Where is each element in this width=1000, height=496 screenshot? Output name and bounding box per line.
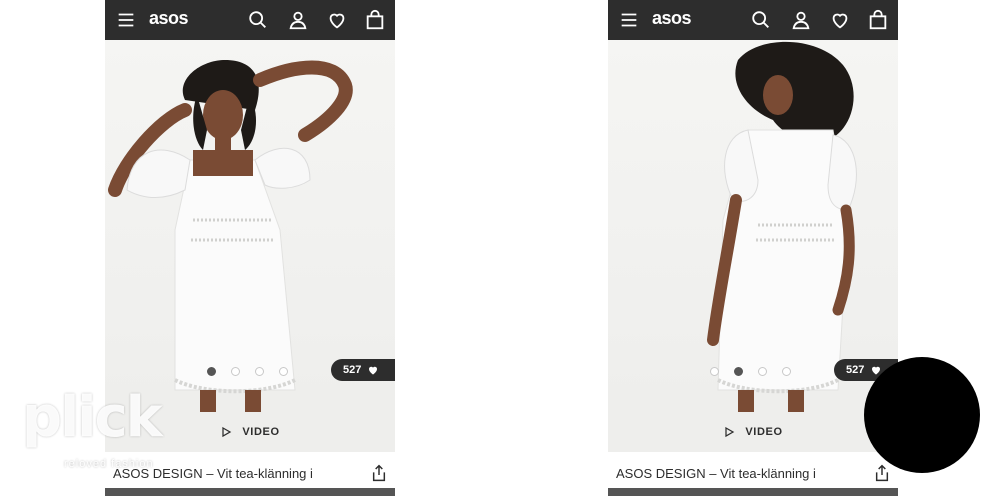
account-icon[interactable] (789, 8, 813, 32)
asos-logo[interactable]: asos (652, 8, 692, 29)
next-section-edge (105, 488, 395, 496)
product-image[interactable] (608, 40, 898, 412)
plick-watermark: plick reloved fashion (22, 388, 192, 480)
product-image[interactable] (105, 40, 395, 412)
carousel-dot[interactable] (231, 367, 240, 376)
saves-badge[interactable]: 527 (331, 359, 395, 381)
heart-icon[interactable] (828, 8, 852, 32)
carousel-dot[interactable] (758, 367, 767, 376)
app-header: asos (105, 0, 395, 40)
saves-count: 527 (846, 364, 865, 376)
bag-icon[interactable] (866, 8, 890, 32)
watermark-tagline: reloved fashion (64, 458, 154, 470)
menu-icon[interactable] (617, 8, 641, 32)
video-button[interactable]: VIDEO (608, 412, 898, 452)
heart-icon[interactable] (325, 8, 349, 32)
menu-icon[interactable] (114, 8, 138, 32)
carousel-dot[interactable] (279, 367, 288, 376)
carousel-dot[interactable] (710, 367, 719, 376)
app-header: asos (608, 0, 898, 40)
share-icon[interactable] (874, 464, 890, 482)
product-info: ASOS DESIGN – Vit tea-klänning i (608, 452, 898, 496)
carousel-dot[interactable] (734, 367, 743, 376)
product-screen-back: asos 527 VIDEO ASOS DESIGN – Vit tea-klä… (608, 0, 898, 496)
carousel-indicator (207, 367, 288, 376)
play-icon (725, 426, 735, 438)
search-icon[interactable] (246, 8, 270, 32)
search-icon[interactable] (749, 8, 773, 32)
play-icon (222, 426, 232, 438)
bag-icon[interactable] (363, 8, 387, 32)
saves-count: 527 (343, 364, 362, 376)
video-label: VIDEO (745, 426, 783, 438)
asos-logo[interactable]: asos (149, 8, 189, 29)
heart-icon (369, 366, 378, 375)
carousel-dot[interactable] (255, 367, 264, 376)
carousel-dot[interactable] (782, 367, 791, 376)
watermark-brand: plick (22, 385, 163, 450)
redaction-circle (864, 357, 980, 473)
next-section-edge (608, 488, 898, 496)
video-label: VIDEO (242, 426, 280, 438)
share-icon[interactable] (371, 464, 387, 482)
carousel-dot[interactable] (207, 367, 216, 376)
carousel-indicator (710, 367, 791, 376)
account-icon[interactable] (286, 8, 310, 32)
product-name: ASOS DESIGN – Vit tea-klänning i (616, 466, 816, 481)
